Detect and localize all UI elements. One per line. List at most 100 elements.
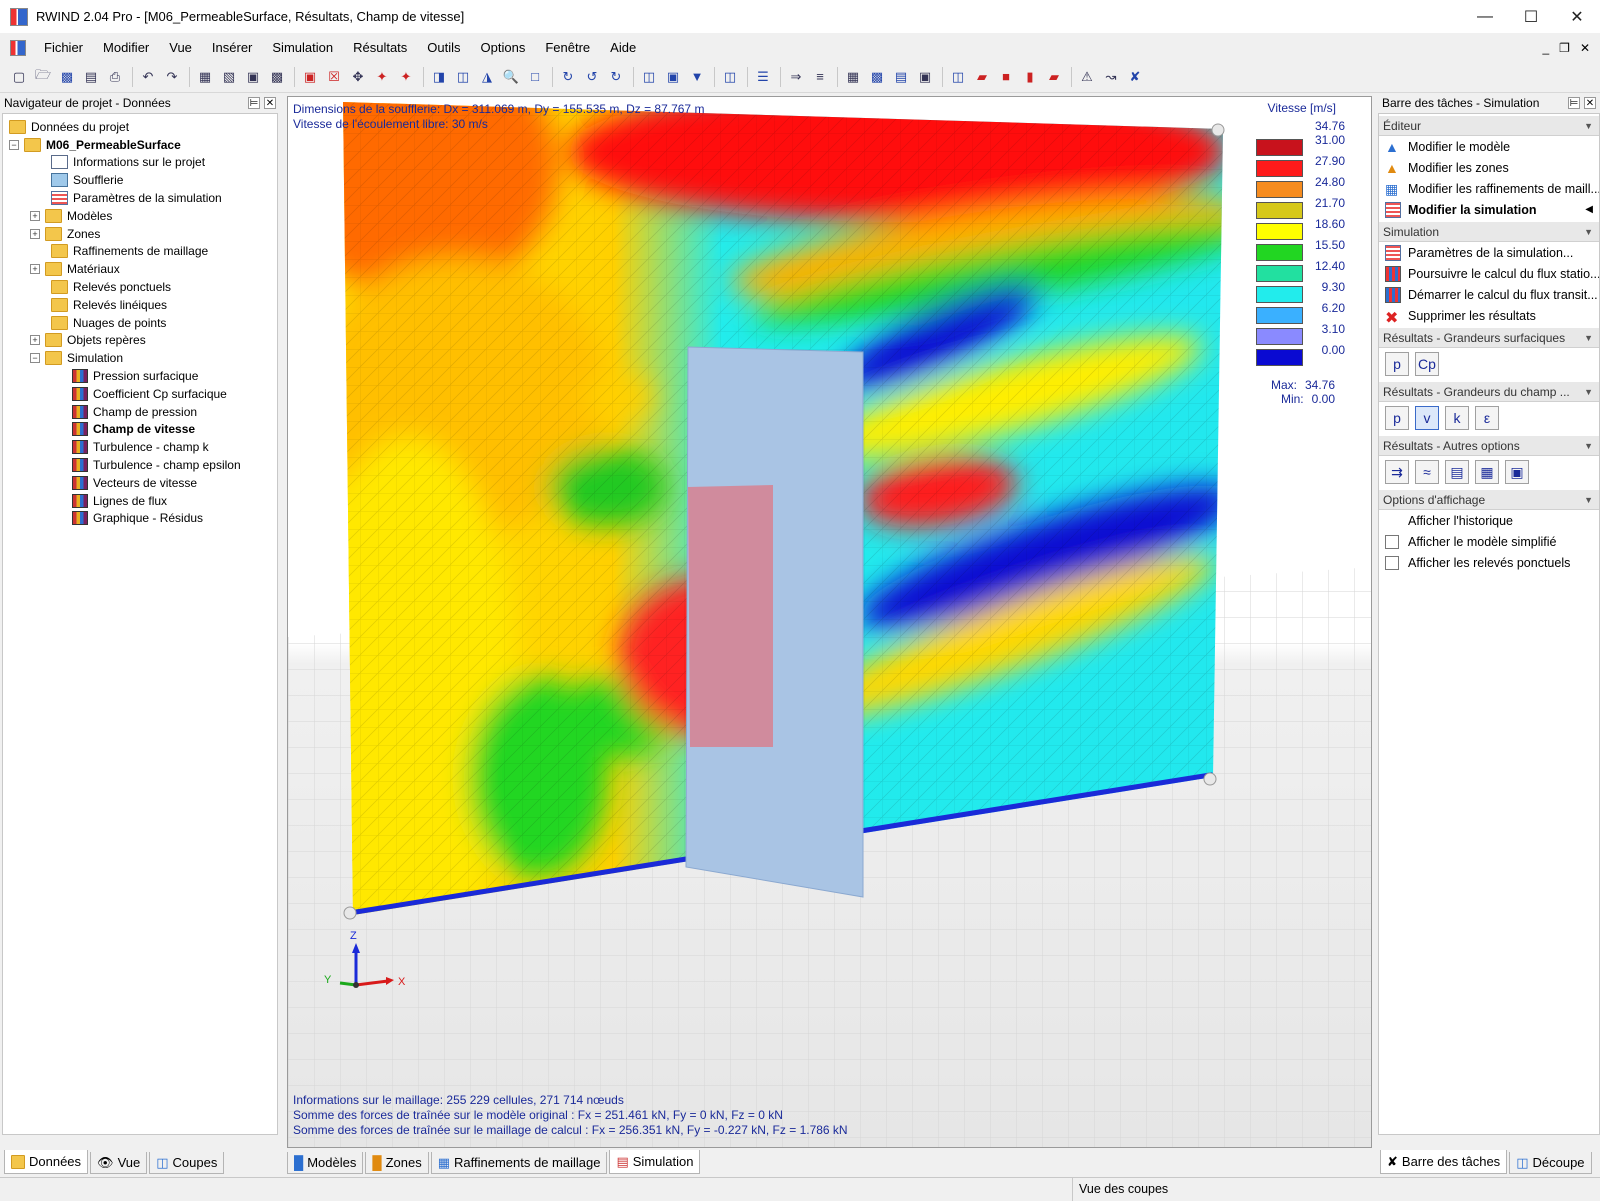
expand-icon[interactable]: + <box>30 335 40 346</box>
open-folder-icon[interactable]: 🗁 <box>32 66 54 88</box>
wall-icon[interactable]: ▮ <box>1019 66 1041 88</box>
section-surface-results[interactable]: Résultats - Grandeurs surfaciques ▼ <box>1379 328 1599 348</box>
export-results-icon[interactable]: ▣ <box>1505 460 1529 484</box>
maximize-button[interactable]: ☐ <box>1508 0 1554 33</box>
show-simplified-model-item[interactable]: Afficher le modèle simplifié <box>1379 531 1599 552</box>
section-simulation[interactable]: Simulation ▼ <box>1379 222 1599 242</box>
tree-item-project-data[interactable]: Données du projet <box>3 118 277 136</box>
view-top-icon[interactable]: ◫ <box>452 66 474 88</box>
tree-item-reference-objects[interactable]: + Objets repères <box>3 332 277 350</box>
tab-data[interactable]: Données <box>4 1150 89 1174</box>
document-icon[interactable] <box>10 40 26 56</box>
mdi-close-button[interactable]: ✕ <box>1580 41 1590 55</box>
corner-handle[interactable] <box>1211 123 1225 137</box>
tree-item-zones[interactable]: + Zones <box>3 225 277 243</box>
surface-pressure-button[interactable]: p <box>1385 352 1409 376</box>
3d-viewport[interactable]: Z X Y Dimensions de la soufflerie: Dx = … <box>287 96 1372 1148</box>
box-select-icon[interactable]: ▣ <box>299 66 321 88</box>
scale-icon[interactable]: ✦ <box>395 66 417 88</box>
reset-view-icon[interactable]: ↻ <box>605 66 627 88</box>
tab-view[interactable]: 👁 Vue <box>90 1152 148 1174</box>
chevron-down-icon[interactable]: ▼ <box>1584 121 1593 131</box>
undo-icon[interactable]: ↶ <box>137 66 159 88</box>
tree-item-line-probes[interactable]: Relevés linéiques <box>3 296 277 314</box>
expand-icon[interactable]: + <box>30 210 40 221</box>
wall-axis-icon[interactable]: ▰ <box>1043 66 1065 88</box>
tab-clipping[interactable]: ◫ Découpe <box>1509 1152 1592 1174</box>
menu-file[interactable]: Fichier <box>34 35 93 61</box>
tree-item-streamlines[interactable]: Lignes de flux <box>3 492 277 510</box>
view-iso-icon[interactable]: ◨ <box>428 66 450 88</box>
section-icon[interactable]: ▼ <box>686 66 708 88</box>
edit-simulation-item[interactable]: Modifier la simulation ◀ <box>1379 199 1599 220</box>
tree-item-surface-cp[interactable]: Coefficient Cp surfacique <box>3 385 277 403</box>
show-history-item[interactable]: Afficher l'historique <box>1379 510 1599 531</box>
show-point-probes-item[interactable]: Afficher les relevés ponctuels <box>1379 552 1599 573</box>
menu-window[interactable]: Fenêtre <box>535 35 600 61</box>
report-icon[interactable]: ▤ <box>80 66 102 88</box>
tree-item-pressure-field[interactable]: Champ de pression <box>3 403 277 421</box>
section-field-results[interactable]: Résultats - Grandeurs du champ ... ▼ <box>1379 382 1599 402</box>
rotate-view-icon[interactable]: ↻ <box>557 66 579 88</box>
tree-item-velocity-field[interactable]: Champ de vitesse <box>3 421 277 439</box>
grid-toggle-icon[interactable]: ▩ <box>266 66 288 88</box>
mdi-minimize-button[interactable]: _ <box>1542 41 1549 55</box>
chevron-down-icon[interactable]: ▼ <box>1584 333 1593 343</box>
tree-item-wind-tunnel[interactable]: Soufflerie <box>3 171 277 189</box>
redo-icon[interactable]: ↷ <box>161 66 183 88</box>
chevron-down-icon[interactable]: ▼ <box>1584 227 1593 237</box>
model-icon[interactable]: ◫ <box>947 66 969 88</box>
panel-close-icon[interactable]: ✕ <box>1584 97 1596 109</box>
results-view-icon[interactable]: ▩ <box>866 66 888 88</box>
field-pressure-button[interactable]: p <box>1385 406 1409 430</box>
mdi-restore-button[interactable]: ❐ <box>1559 41 1570 55</box>
results-table-icon[interactable]: ▤ <box>890 66 912 88</box>
corner-handle[interactable] <box>1203 772 1217 786</box>
minimize-button[interactable]: — <box>1462 0 1508 33</box>
box-deselect-icon[interactable]: ☒ <box>323 66 345 88</box>
menu-insert[interactable]: Insérer <box>202 35 262 61</box>
surface-cp-button[interactable]: Cp <box>1415 352 1439 376</box>
colors-icon[interactable]: ☰ <box>752 66 774 88</box>
edit-mesh-refinements-item[interactable]: ▦ Modifier les raffinements de maill... <box>1379 178 1599 199</box>
simulation-params-item[interactable]: Paramètres de la simulation... <box>1379 242 1599 263</box>
tree-item-mesh-refinements[interactable]: Raffinements de maillage <box>3 243 277 261</box>
section-display-options[interactable]: Options d'affichage ▼ <box>1379 490 1599 510</box>
field-epsilon-button[interactable]: ε <box>1475 406 1499 430</box>
residuals-graph-icon[interactable]: ▤ <box>1445 460 1469 484</box>
view-front-icon[interactable]: ◮ <box>476 66 498 88</box>
tree-item-project-info[interactable]: Informations sur le projet <box>3 154 277 172</box>
delete-results-item[interactable]: ✖ Supprimer les résultats <box>1379 305 1599 327</box>
zoom-all-icon[interactable]: □ <box>524 66 546 88</box>
continue-steady-flow-item[interactable]: Poursuivre le calcul du flux statio... <box>1379 263 1599 284</box>
menu-tools[interactable]: Outils <box>417 35 470 61</box>
tree-item-simulation-params[interactable]: Paramètres de la simulation <box>3 189 277 207</box>
chevron-down-icon[interactable]: ▼ <box>1584 495 1593 505</box>
grid-select-icon[interactable]: ▦ <box>194 66 216 88</box>
tab-models[interactable]: █ Modèles <box>287 1152 364 1174</box>
export-icon[interactable]: ▣ <box>914 66 936 88</box>
pin-icon[interactable]: ⊨ <box>248 97 260 109</box>
chevron-down-icon[interactable]: ▼ <box>1584 387 1593 397</box>
layers-icon[interactable]: ≡ <box>809 66 831 88</box>
edit-zones-item[interactable]: ▲ Modifier les zones <box>1379 157 1599 178</box>
warning-icon[interactable]: ⚠ <box>1076 66 1098 88</box>
refresh-icon[interactable]: ↺ <box>581 66 603 88</box>
close-button[interactable]: ✕ <box>1554 0 1600 33</box>
flow-arrows-icon[interactable]: ⇒ <box>785 66 807 88</box>
vectors-icon[interactable]: ⇉ <box>1385 460 1409 484</box>
rotate-icon[interactable]: ✦ <box>371 66 393 88</box>
collapse-icon[interactable]: − <box>30 353 40 364</box>
tree-item-turbulence-epsilon[interactable]: Turbulence - champ epsilon <box>3 456 277 474</box>
corner-handle[interactable] <box>343 906 357 920</box>
tree-item-point-clouds[interactable]: Nuages de points <box>3 314 277 332</box>
simplified-model-checkbox[interactable] <box>1385 534 1399 549</box>
tree-item-point-probes[interactable]: Relevés ponctuels <box>3 278 277 296</box>
menu-options[interactable]: Options <box>471 35 536 61</box>
tree-item-surface-pressure[interactable]: Pression surfacique <box>3 367 277 385</box>
tree-item-models[interactable]: + Modèles <box>3 207 277 225</box>
menu-simulation[interactable]: Simulation <box>262 35 343 61</box>
print-icon[interactable]: ⎙ <box>104 66 126 88</box>
solid-block-icon[interactable]: ■ <box>995 66 1017 88</box>
expand-icon[interactable]: + <box>30 264 40 275</box>
